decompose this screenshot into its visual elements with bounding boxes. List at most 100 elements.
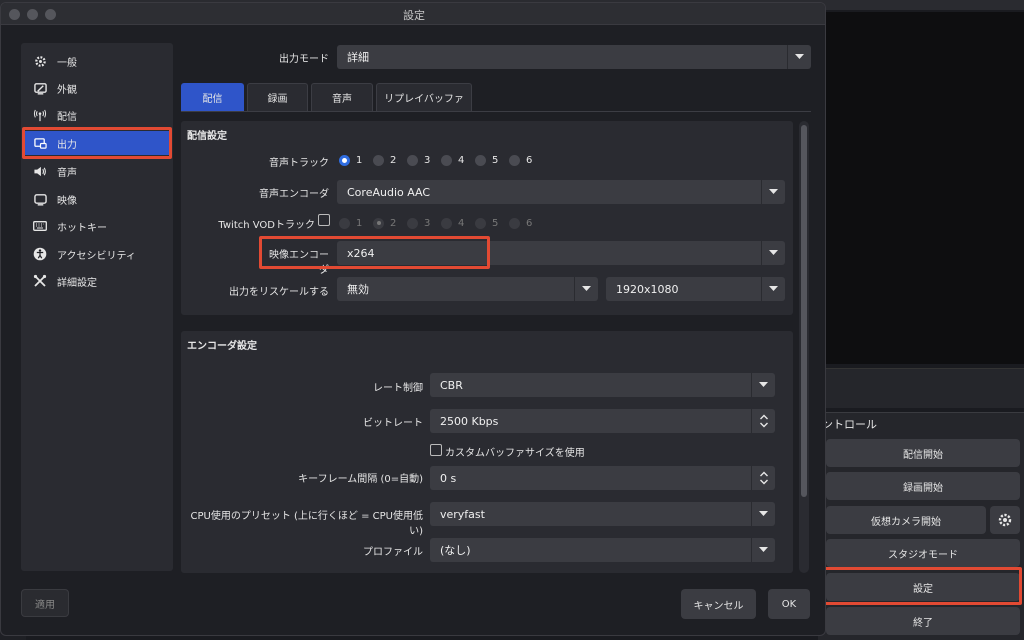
start-virtual-camera-button[interactable]: 仮想カメラ開始 (826, 506, 986, 534)
accessibility-icon (33, 247, 47, 261)
start-streaming-button[interactable]: 配信開始 (826, 439, 1020, 467)
tab-audio[interactable]: 音声 (311, 83, 373, 111)
appearance-icon (33, 81, 47, 95)
exit-button[interactable]: 終了 (826, 607, 1020, 635)
dialog-titlebar: 設定 (1, 3, 825, 25)
virtual-camera-settings-button[interactable] (990, 506, 1020, 534)
output-mode-label: 出力モード (279, 54, 329, 65)
stream-settings-title: 配信設定 (187, 131, 227, 142)
bitrate-spinbox[interactable]: 2500 Kbps (430, 409, 775, 433)
bitrate-value: 2500 Kbps (440, 414, 499, 428)
settings-scrollbar[interactable] (799, 121, 809, 573)
audio-encoder-select[interactable]: CoreAudio AAC (337, 180, 785, 204)
apply-button[interactable]: 適用 (21, 589, 69, 617)
sidebar-item-label: アクセシビリティ (57, 250, 136, 262)
twitch-vod-radio-1[interactable]: 1 (339, 217, 373, 229)
settings-button-highlight (821, 567, 1022, 605)
encoder-settings-title: エンコーダ設定 (187, 341, 257, 352)
cpu-preset-label: CPU使用のプリセット (上に行くほど = CPU使用低い) (190, 511, 423, 537)
sidebar-item-general[interactable]: 一般 (25, 49, 169, 73)
tab-recording[interactable]: 録画 (247, 83, 308, 111)
keyframe-interval-spinbox[interactable]: 0 s (430, 466, 775, 490)
preview-area (826, 12, 1024, 364)
sidebar-item-advanced[interactable]: 詳細設定 (25, 269, 169, 293)
sidebar-item-label: 一般 (57, 57, 77, 69)
chevron-down-icon (787, 45, 811, 69)
chevron-down-icon (751, 373, 775, 397)
chevron-down-icon (761, 241, 785, 265)
audio-track-radio-group: 1 2 3 4 5 6 (339, 152, 543, 168)
dialog-title: 設定 (403, 9, 425, 22)
audio-track-radio-5[interactable]: 5 (475, 154, 509, 166)
sidebar-item-hotkeys[interactable]: ホットキー (25, 214, 169, 238)
keyboard-icon (33, 219, 47, 233)
custom-buffer-checkbox[interactable] (430, 444, 442, 456)
sidebar-item-label: ホットキー (57, 222, 107, 234)
chevron-down-icon (751, 502, 775, 526)
audio-track-radio-1[interactable]: 1 (339, 154, 373, 166)
rescale-label: 出力をリスケールする (229, 287, 329, 298)
rate-control-select[interactable]: CBR (430, 373, 775, 397)
broadcast-icon (33, 108, 47, 122)
sidebar-item-label: 音声 (57, 167, 77, 179)
tab-replay-buffer[interactable]: リプレイバッファ (376, 83, 472, 111)
sidebar-item-appearance[interactable]: 外観 (25, 76, 169, 100)
rate-control-value: CBR (440, 378, 463, 392)
start-recording-button[interactable]: 録画開始 (826, 472, 1020, 500)
profile-value: (なし) (440, 544, 471, 557)
cpu-preset-select[interactable]: veryfast (430, 502, 775, 526)
settings-dialog: 設定 一般 外観 配信 出力 音声 映像 ホットキー アクセシビリティ 詳細設定… (0, 2, 826, 636)
output-mode-select[interactable]: 詳細 (337, 45, 811, 69)
twitch-vod-radio-2[interactable]: 2 (373, 217, 407, 229)
twitch-vod-checkbox[interactable] (318, 214, 330, 226)
twitch-vod-radio-5[interactable]: 5 (475, 217, 509, 229)
gear-icon (998, 513, 1012, 527)
audio-track-radio-6[interactable]: 6 (509, 154, 543, 166)
bitrate-label: ビットレート (363, 418, 423, 429)
twitch-vod-radio-3[interactable]: 3 (407, 217, 441, 229)
stepper-arrows-icon[interactable] (751, 466, 775, 490)
sidebar-item-audio[interactable]: 音声 (25, 159, 169, 183)
rescale-resolution-select[interactable]: 1920x1080 (606, 277, 785, 301)
output-mode-value: 詳細 (347, 51, 369, 64)
sidebar-item-video[interactable]: 映像 (25, 187, 169, 211)
audio-track-radio-4[interactable]: 4 (441, 154, 475, 166)
profile-select[interactable]: (なし) (430, 538, 775, 562)
preview-toolbar (826, 368, 1024, 408)
audio-encoder-value: CoreAudio AAC (347, 185, 431, 199)
audio-track-radio-2[interactable]: 2 (373, 154, 407, 166)
rate-control-label: レート制御 (373, 383, 423, 394)
custom-buffer-label: カスタムバッファサイズを使用 (445, 448, 585, 459)
audio-track-radio-3[interactable]: 3 (407, 154, 441, 166)
twitch-vod-radio-4[interactable]: 4 (441, 217, 475, 229)
sidebar-item-label: 映像 (57, 195, 77, 207)
keyframe-interval-label: キーフレーム間隔 (0=自動) (298, 474, 423, 485)
audio-encoder-label: 音声エンコーダ (259, 189, 329, 200)
cpu-preset-value: veryfast (440, 507, 485, 521)
output-item-highlight (22, 127, 172, 159)
gear-icon (33, 54, 47, 68)
rescale-select[interactable]: 無効 (337, 277, 598, 301)
controls-dock-title: ントロール (822, 418, 877, 431)
rescale-value: 無効 (347, 283, 369, 296)
studio-mode-button[interactable]: スタジオモード (826, 539, 1020, 567)
sidebar-item-label: 配信 (57, 111, 77, 123)
chevron-down-icon (761, 277, 785, 301)
twitch-vod-radio-6[interactable]: 6 (509, 217, 543, 229)
video-encoder-highlight (259, 236, 490, 269)
twitch-vod-radio-group: 1 2 3 4 5 6 (339, 215, 543, 231)
twitch-vod-label: Twitch VODトラック (218, 220, 315, 231)
settings-sidebar: 一般 外観 配信 出力 音声 映像 ホットキー アクセシビリティ 詳細設定 (21, 43, 173, 571)
rescale-resolution-value: 1920x1080 (616, 282, 679, 296)
stepper-arrows-icon[interactable] (751, 409, 775, 433)
sidebar-item-stream[interactable]: 配信 (25, 103, 169, 127)
tab-divider (181, 111, 811, 112)
cancel-button[interactable]: キャンセル (681, 589, 756, 619)
sidebar-item-accessibility[interactable]: アクセシビリティ (25, 242, 169, 266)
sidebar-item-label: 詳細設定 (57, 277, 97, 289)
profile-label: プロファイル (363, 547, 423, 558)
tab-stream[interactable]: 配信 (181, 83, 244, 111)
tools-icon (33, 274, 47, 288)
scrollbar-thumb[interactable] (801, 125, 807, 497)
ok-button[interactable]: OK (768, 589, 810, 619)
